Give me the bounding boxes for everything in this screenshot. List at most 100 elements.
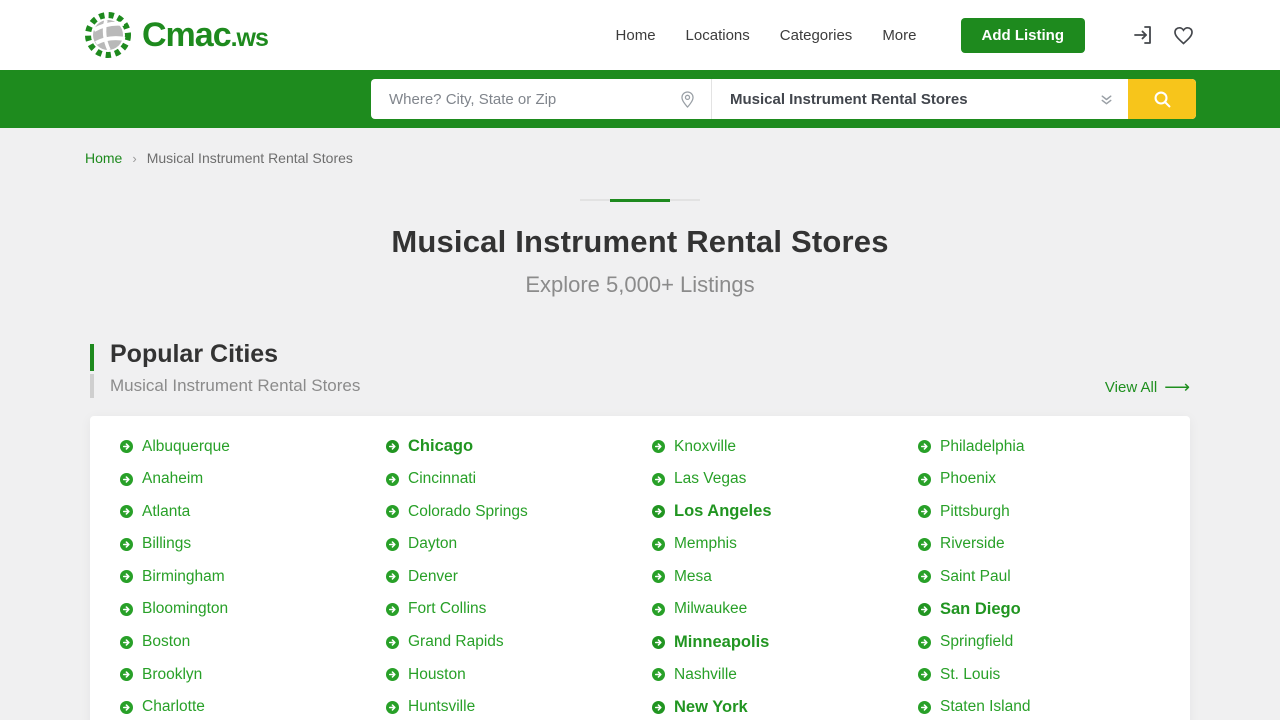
search-submit-button[interactable]: [1128, 79, 1196, 119]
location-pin-icon: [678, 90, 697, 109]
city-link[interactable]: Dayton: [386, 535, 652, 554]
city-link[interactable]: Staten Island: [918, 698, 1184, 717]
arrow-circle-right-icon: [918, 636, 931, 649]
city-name: Nashville: [674, 666, 737, 684]
city-name: Saint Paul: [940, 568, 1011, 586]
city-name: Brooklyn: [142, 666, 202, 684]
logo-wordmark: Cmac.ws: [142, 16, 268, 55]
add-listing-button[interactable]: Add Listing: [961, 18, 1086, 53]
city-link[interactable]: Boston: [120, 633, 386, 652]
hero-section: Musical Instrument Rental Stores Explore…: [0, 198, 1280, 298]
city-name: Bloomington: [142, 600, 228, 618]
city-name: Denver: [408, 568, 458, 586]
city-link[interactable]: Colorado Springs: [386, 502, 652, 521]
city-link[interactable]: Chicago: [386, 437, 652, 456]
arrow-circle-right-icon: [386, 440, 399, 453]
nav-home[interactable]: Home: [616, 27, 656, 44]
city-link[interactable]: Bloomington: [120, 600, 386, 619]
city-link[interactable]: Billings: [120, 535, 386, 554]
city-name: Pittsburgh: [940, 503, 1010, 521]
category-select[interactable]: Musical Instrument Rental Stores: [712, 79, 1128, 119]
nav-more[interactable]: More: [882, 27, 916, 44]
city-link[interactable]: Pittsburgh: [918, 502, 1184, 521]
city-link[interactable]: Riverside: [918, 535, 1184, 554]
view-all-link[interactable]: View All ⟶: [1105, 378, 1190, 398]
breadcrumb-home-link[interactable]: Home: [85, 150, 122, 166]
page-subtitle: Explore 5,000+ Listings: [0, 272, 1280, 298]
site-logo[interactable]: Cmac.ws: [84, 10, 268, 60]
where-field-wrap: [371, 79, 712, 119]
arrow-circle-right-icon: [120, 538, 133, 551]
city-link[interactable]: Charlotte: [120, 698, 386, 717]
city-link[interactable]: Springfield: [918, 633, 1184, 652]
arrow-circle-right-icon: [652, 473, 665, 486]
gear-globe-logo-icon: [84, 10, 134, 60]
city-link[interactable]: Fort Collins: [386, 600, 652, 619]
city-link[interactable]: St. Louis: [918, 665, 1184, 684]
city-name: Staten Island: [940, 698, 1030, 716]
arrow-circle-right-icon: [918, 570, 931, 583]
city-link[interactable]: Mesa: [652, 567, 918, 586]
city-column: Albuquerque Anaheim Atlanta Billings Bir…: [120, 437, 386, 720]
city-name: Atlanta: [142, 503, 190, 521]
city-link[interactable]: Phoenix: [918, 470, 1184, 489]
city-name: Huntsville: [408, 698, 475, 716]
arrow-circle-right-icon: [652, 603, 665, 616]
city-link[interactable]: Brooklyn: [120, 665, 386, 684]
city-link[interactable]: Cincinnati: [386, 470, 652, 489]
where-input[interactable]: [371, 91, 678, 108]
nav-categories[interactable]: Categories: [780, 27, 853, 44]
city-column: Chicago Cincinnati Colorado Springs Dayt…: [386, 437, 652, 720]
header-icons: [1131, 23, 1196, 47]
arrow-circle-right-icon: [652, 668, 665, 681]
nav-locations[interactable]: Locations: [686, 27, 750, 44]
city-link[interactable]: Las Vegas: [652, 470, 918, 489]
city-name: Cincinnati: [408, 470, 476, 488]
favorites-heart-icon[interactable]: [1171, 23, 1196, 47]
city-link[interactable]: Nashville: [652, 665, 918, 684]
city-name: San Diego: [940, 600, 1021, 619]
arrow-circle-right-icon: [652, 701, 665, 714]
city-name: Charlotte: [142, 698, 205, 716]
city-name: Riverside: [940, 535, 1005, 553]
city-link[interactable]: San Diego: [918, 600, 1184, 619]
city-name: Milwaukee: [674, 600, 747, 618]
city-link[interactable]: New York: [652, 698, 918, 717]
city-link[interactable]: Denver: [386, 567, 652, 586]
arrow-circle-right-icon: [120, 473, 133, 486]
arrow-circle-right-icon: [652, 570, 665, 583]
city-link[interactable]: Albuquerque: [120, 437, 386, 456]
arrow-circle-right-icon: [120, 570, 133, 583]
arrow-circle-right-icon: [918, 505, 931, 518]
city-link[interactable]: Memphis: [652, 535, 918, 554]
city-link[interactable]: Los Angeles: [652, 502, 918, 521]
login-icon[interactable]: [1131, 23, 1155, 47]
arrow-circle-right-icon: [386, 538, 399, 551]
city-link[interactable]: Milwaukee: [652, 600, 918, 619]
popular-cities-section: Popular Cities Musical Instrument Rental…: [90, 340, 1190, 398]
page-title: Musical Instrument Rental Stores: [0, 224, 1280, 260]
city-link[interactable]: Birmingham: [120, 567, 386, 586]
city-link[interactable]: Knoxville: [652, 437, 918, 456]
city-name: New York: [674, 698, 748, 717]
city-name: Memphis: [674, 535, 737, 553]
arrow-right-icon: ⟶: [1164, 378, 1190, 396]
city-link[interactable]: Huntsville: [386, 698, 652, 717]
search-bar: Musical Instrument Rental Stores: [371, 79, 1196, 119]
city-link[interactable]: Grand Rapids: [386, 633, 652, 652]
city-link[interactable]: Anaheim: [120, 470, 386, 489]
breadcrumb: Home › Musical Instrument Rental Stores: [0, 128, 1280, 166]
city-name: Anaheim: [142, 470, 203, 488]
cities-card: Albuquerque Anaheim Atlanta Billings Bir…: [90, 416, 1190, 720]
city-link[interactable]: Saint Paul: [918, 567, 1184, 586]
city-link[interactable]: Minneapolis: [652, 633, 918, 652]
city-column: Knoxville Las Vegas Los Angeles Memphis …: [652, 437, 918, 720]
arrow-circle-right-icon: [386, 473, 399, 486]
city-link[interactable]: Philadelphia: [918, 437, 1184, 456]
city-name: Grand Rapids: [408, 633, 504, 651]
arrow-circle-right-icon: [120, 603, 133, 616]
arrow-circle-right-icon: [652, 505, 665, 518]
arrow-circle-right-icon: [918, 668, 931, 681]
city-link[interactable]: Houston: [386, 665, 652, 684]
city-link[interactable]: Atlanta: [120, 502, 386, 521]
